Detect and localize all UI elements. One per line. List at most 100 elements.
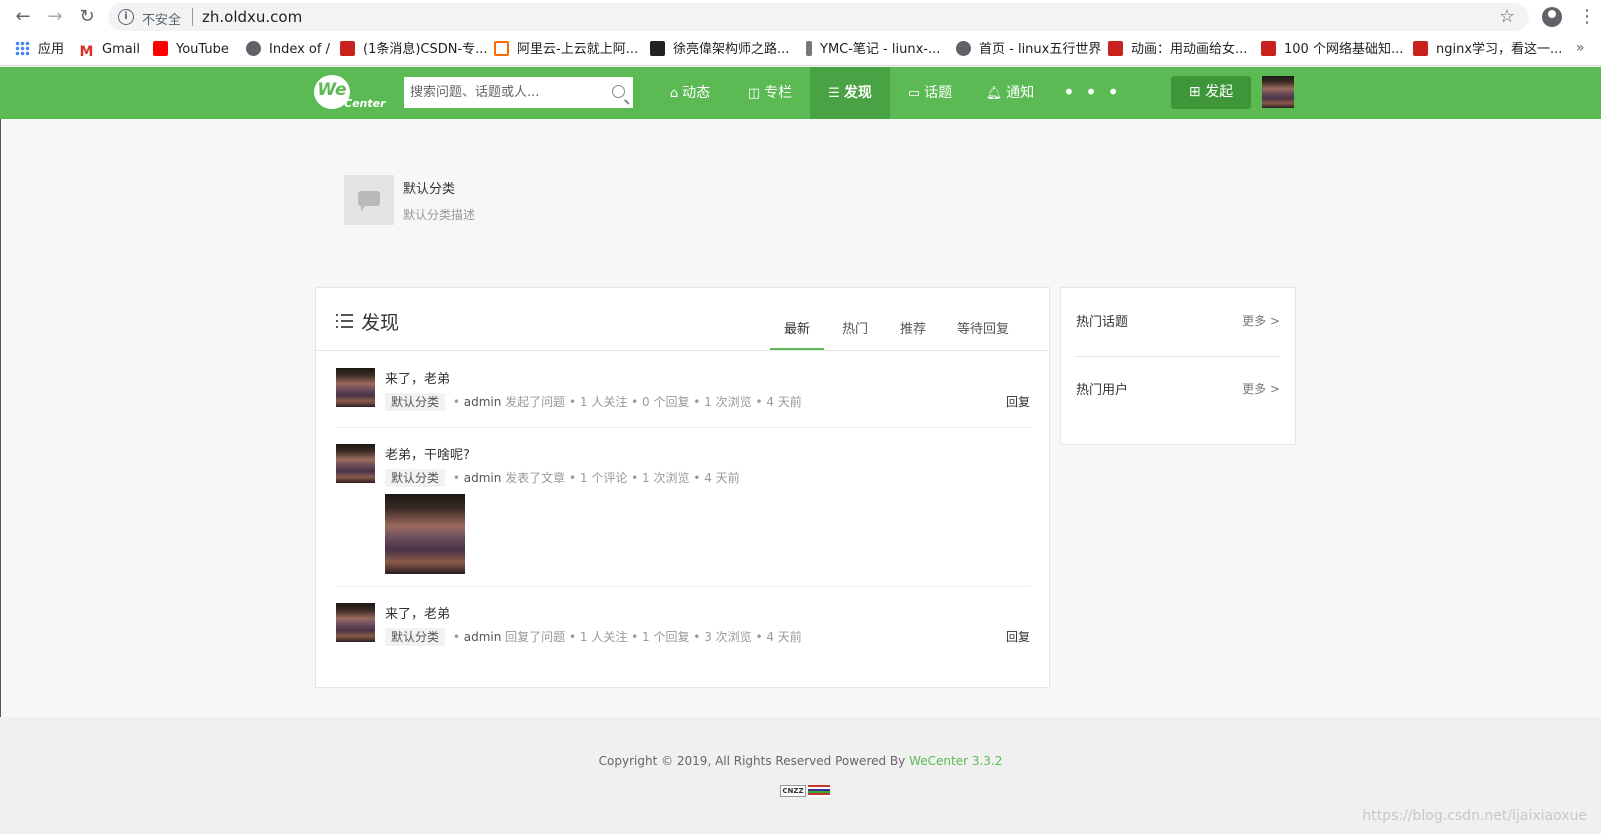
bookmark-linux[interactable]: 首页 - linux五行世界 — [956, 40, 1101, 60]
tab-recommended[interactable]: 推荐 — [886, 318, 940, 350]
item-title[interactable]: 来了，老弟 — [385, 603, 450, 622]
avatar[interactable] — [336, 368, 375, 407]
hot-users-more-link[interactable]: 更多 > — [1242, 380, 1280, 397]
bookmark-label: Gmail — [102, 42, 140, 57]
nav-columns[interactable]: ◫ 专栏 — [730, 67, 810, 119]
publish-button[interactable]: ⊞ 发起 — [1171, 76, 1251, 109]
discover-title: 发现 — [361, 312, 400, 334]
bookmark-label: 首页 - linux五行世界 — [979, 42, 1102, 57]
nav-dynamic[interactable]: ⌂ 动态 — [650, 67, 730, 119]
csdn-icon — [1261, 41, 1276, 56]
address-bar[interactable]: i 不安全 zh.oldxu.com ☆ — [108, 3, 1529, 31]
cnzz-label: CNZZ — [780, 785, 806, 797]
username[interactable]: admin — [464, 471, 502, 485]
bookmark-label: YMC-笔记 - liunx-... — [820, 42, 941, 57]
profile-icon[interactable] — [1542, 7, 1562, 27]
bookmark-index[interactable]: Index of / — [246, 40, 330, 60]
csdn-icon — [1108, 41, 1123, 56]
sidebar-panel: 热门话题 更多 > 热门用户 更多 > — [1060, 287, 1296, 445]
wecenter-link[interactable]: WeCenter 3.3.2 — [909, 754, 1002, 768]
footer: Copyright © 2019, All Rights Reserved Po… — [0, 717, 1601, 834]
bookmark-apps[interactable]: 应用 — [15, 40, 64, 60]
csdn-icon — [1413, 41, 1428, 56]
more-dots-icon[interactable]: • • • — [1063, 67, 1121, 119]
bookmark-network[interactable]: 100 个网络基础知... — [1261, 40, 1403, 60]
bookmark-label: 动画：用动画给女... — [1131, 42, 1248, 57]
url-text[interactable]: zh.oldxu.com — [202, 8, 302, 26]
nav-notifications[interactable]: 🔔︎ 通知 — [970, 67, 1050, 119]
discover-panel: 发现 最新 热门 推荐 等待回复 来了，老弟 默认分类 • admin 发起了问… — [315, 287, 1050, 688]
info-icon[interactable]: i — [118, 9, 134, 25]
search-box — [404, 77, 633, 108]
chat-bubble-icon — [358, 191, 380, 211]
item-divider — [336, 586, 1030, 587]
user-avatar[interactable] — [1262, 76, 1294, 108]
tab-awaiting-reply[interactable]: 等待回复 — [944, 318, 1022, 350]
bookmark-architect[interactable]: 徐亮偉架构师之路... — [650, 40, 789, 60]
bookmark-label: 阿里云-上云就上阿... — [517, 42, 639, 57]
bookmark-nginx[interactable]: nginx学习，看这一... — [1413, 40, 1562, 60]
nav-label: 动态 — [682, 85, 711, 101]
bookmark-label: YouTube — [176, 42, 229, 57]
reply-link[interactable]: 回复 — [1006, 393, 1030, 410]
bookmark-star-icon[interactable]: ☆ — [1499, 6, 1515, 27]
browser-menu-icon[interactable]: ⋮ — [1578, 5, 1596, 29]
publish-label: 发起 — [1205, 84, 1234, 100]
meta-text: 回复了问题 • 1 人关注 • 1 个回复 • 3 次浏览 • 4 天前 — [505, 630, 802, 644]
apps-grid-icon — [15, 41, 30, 56]
bookmark-csdn[interactable]: (1条消息)CSDN-专... — [340, 40, 488, 60]
nav-label: 发现 — [843, 85, 872, 101]
avatar[interactable] — [336, 603, 375, 642]
nav-discover[interactable]: ☰ 发现 — [810, 67, 890, 119]
back-arrow-icon[interactable]: ← — [12, 6, 34, 28]
site-header: We Center ⌂动态 ◫专栏 ☰发现 ▭话题 🔔︎通知 • • • ⊞ 发… — [0, 67, 1601, 119]
ymc-icon — [806, 41, 812, 56]
nav-topics[interactable]: ▭ 话题 — [890, 67, 970, 119]
bookmark-animation[interactable]: 动画：用动画给女... — [1108, 40, 1247, 60]
architect-icon — [650, 41, 665, 56]
wecenter-logo[interactable]: We Center — [314, 75, 386, 113]
username[interactable]: admin — [464, 630, 502, 644]
publish-icon: ⊞ — [1188, 84, 1206, 100]
category-tag[interactable]: 默认分类 — [385, 628, 446, 646]
item-meta: 默认分类 • admin 回复了问题 • 1 人关注 • 1 个回复 • 3 次… — [385, 628, 802, 646]
reload-icon[interactable]: ↻ — [76, 6, 98, 28]
bookmark-aliyun[interactable]: 阿里云-上云就上阿... — [494, 40, 638, 60]
bookmark-ymc[interactable]: YMC-笔记 - liunx-... — [806, 40, 940, 60]
cnzz-badge[interactable]: CNZZ — [780, 785, 830, 797]
hot-topics-title: 热门话题 — [1076, 315, 1129, 330]
columns-icon: ◫ — [747, 86, 761, 101]
item-title[interactable]: 来了，老弟 — [385, 368, 450, 387]
hot-topics-more-link[interactable]: 更多 > — [1242, 312, 1280, 329]
copyright: Copyright © 2019, All Rights Reserved Po… — [0, 754, 1601, 768]
tab-latest[interactable]: 最新 — [770, 318, 824, 350]
item-meta: 默认分类 • admin 发起了问题 • 1 人关注 • 0 个回复 • 1 次… — [385, 393, 802, 411]
forward-arrow-icon[interactable]: → — [44, 6, 66, 28]
tab-hot[interactable]: 热门 — [828, 318, 882, 350]
search-input[interactable] — [404, 77, 633, 108]
category-tag[interactable]: 默认分类 — [385, 393, 446, 411]
avatar[interactable] — [336, 444, 375, 483]
category-title[interactable]: 默认分类 — [403, 178, 455, 197]
youtube-icon — [153, 41, 168, 56]
bookmark-gmail[interactable]: M Gmail — [79, 40, 140, 60]
hot-users-title: 热门用户 — [1076, 383, 1129, 398]
list-item: 来了，老弟 默认分类 • admin 发起了问题 • 1 人关注 • 0 个回复… — [336, 368, 1030, 413]
browser-toolbar: ← → ↻ i 不安全 zh.oldxu.com ☆ ⋮ — [0, 0, 1601, 34]
bookmark-youtube[interactable]: YouTube — [153, 40, 229, 60]
item-divider — [336, 427, 1030, 428]
username[interactable]: admin — [464, 395, 502, 409]
home-icon: ⌂ — [669, 86, 679, 101]
item-title[interactable]: 老弟，干啥呢? — [385, 444, 470, 463]
sidebar-divider — [1076, 356, 1280, 357]
bookmark-label: Index of / — [269, 42, 330, 57]
cnzz-flag-icon — [808, 785, 830, 797]
search-icon[interactable] — [612, 85, 625, 98]
article-image[interactable] — [385, 494, 465, 574]
category-tag[interactable]: 默认分类 — [385, 469, 446, 487]
list-item: 来了，老弟 默认分类 • admin 回复了问题 • 1 人关注 • 1 个回复… — [336, 603, 1030, 648]
reply-link[interactable]: 回复 — [1006, 628, 1030, 645]
csdn-icon — [340, 41, 355, 56]
bookmarks-overflow-icon[interactable]: » — [1576, 40, 1585, 56]
gmail-icon: M — [79, 44, 94, 60]
